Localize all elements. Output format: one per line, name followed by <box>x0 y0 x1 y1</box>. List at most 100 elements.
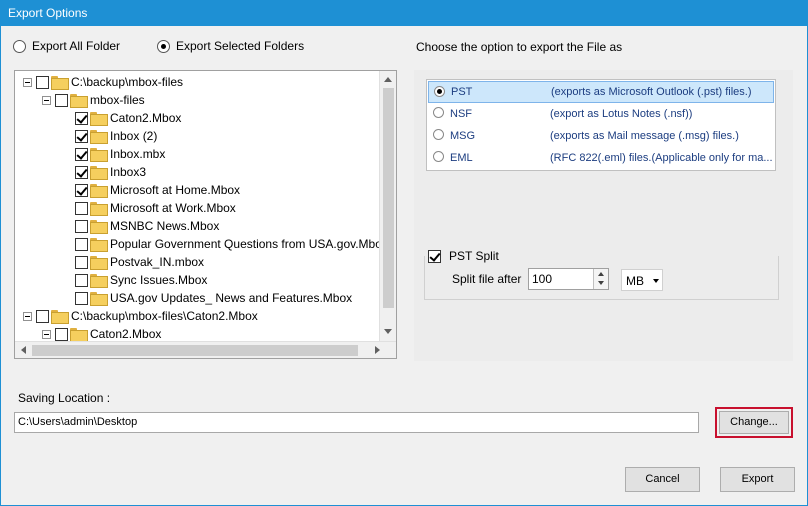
saving-location-label: Saving Location : <box>18 391 111 405</box>
tree-checkbox[interactable] <box>75 291 88 305</box>
format-option-name: PST <box>451 86 473 98</box>
cancel-button[interactable]: Cancel <box>625 467 700 492</box>
tree-node-label: C:\backup\mbox-files\Caton2.Mbox <box>71 309 258 323</box>
split-checkbox-box <box>428 249 441 263</box>
format-heading: Choose the option to export the File as <box>416 40 623 54</box>
scroll-right-icon[interactable] <box>375 346 380 354</box>
folder-icon <box>51 76 69 90</box>
tree-node[interactable]: mbox-files <box>42 91 145 109</box>
stepper-buttons[interactable] <box>593 269 608 289</box>
stepper-up-icon[interactable] <box>598 272 604 276</box>
split-unit-select[interactable]: MB <box>621 269 663 291</box>
chevron-down-icon <box>653 279 659 283</box>
tree-node[interactable]: Popular Government Questions from USA.go… <box>75 235 388 253</box>
folder-icon <box>90 256 108 270</box>
saving-path-input[interactable]: C:\Users\admin\Desktop <box>14 412 699 433</box>
tree-checkbox[interactable] <box>75 237 88 251</box>
radio-indicator <box>13 39 26 53</box>
folder-icon <box>90 292 108 306</box>
tree-node[interactable]: C:\backup\mbox-files <box>23 73 183 91</box>
split-unit-value: MB <box>626 274 644 288</box>
tree-checkbox[interactable] <box>55 93 68 107</box>
tree-checkbox[interactable] <box>75 219 88 233</box>
format-option-desc: (export as Lotus Notes (.nsf)) <box>550 108 693 120</box>
tree-node[interactable]: Postvak_IN.mbox <box>75 253 204 271</box>
folder-tree[interactable]: C:\backup\mbox-files mbox-files Caton2.M… <box>14 70 397 359</box>
tree-node[interactable]: MSNBC News.Mbox <box>75 217 219 235</box>
tree-node-label: Inbox (2) <box>110 129 158 143</box>
folder-icon <box>90 112 108 126</box>
scroll-left-icon[interactable] <box>21 346 26 354</box>
format-option-desc: (RFC 822(.eml) files.(Applicable only fo… <box>550 152 773 164</box>
folder-icon <box>90 166 108 180</box>
collapse-icon[interactable] <box>42 329 51 339</box>
tree-checkbox[interactable] <box>55 327 68 341</box>
tree-checkbox[interactable] <box>75 129 88 143</box>
format-option-eml[interactable]: EML (RFC 822(.eml) files.(Applicable onl… <box>428 147 774 169</box>
tree-node-label: Caton2.Mbox <box>110 111 182 125</box>
tree-node-label: Microsoft at Work.Mbox <box>110 201 236 215</box>
tree-vertical-scrollbar[interactable] <box>379 71 396 342</box>
export-selected-radio[interactable]: Export Selected Folders <box>157 39 304 53</box>
tree-node[interactable]: Inbox3 <box>75 163 146 181</box>
tree-node[interactable]: Caton2.Mbox <box>75 109 181 127</box>
tree-checkbox[interactable] <box>75 111 88 125</box>
format-option-nsf[interactable]: NSF (export as Lotus Notes (.nsf)) <box>428 103 774 125</box>
tree-checkbox[interactable] <box>36 309 49 323</box>
collapse-icon[interactable] <box>42 95 51 105</box>
tree-node[interactable]: USA.gov Updates_ News and Features.Mbox <box>75 289 352 307</box>
split-size-stepper[interactable]: 100 <box>528 268 609 290</box>
change-button[interactable]: Change... <box>719 411 789 434</box>
tree-node[interactable]: Sync Issues.Mbox <box>75 271 207 289</box>
pst-split-checkbox[interactable]: PST Split <box>428 249 503 263</box>
tree-checkbox[interactable] <box>75 255 88 269</box>
collapse-icon[interactable] <box>23 311 32 321</box>
tree-node-label: Inbox.mbx <box>110 147 166 161</box>
scroll-down-icon[interactable] <box>384 329 392 334</box>
tree-node[interactable]: Microsoft at Work.Mbox <box>75 199 236 217</box>
split-size-value: 100 <box>532 272 553 286</box>
tree-node-label: mbox-files <box>90 93 145 107</box>
tree-node-label: Popular Government Questions from USA.go… <box>110 237 388 251</box>
tree-node-label: Sync Issues.Mbox <box>110 273 208 287</box>
tree-node[interactable]: Microsoft at Home.Mbox <box>75 181 240 199</box>
tree-checkbox[interactable] <box>36 75 49 89</box>
tree-node-label: Microsoft at Home.Mbox <box>110 183 241 197</box>
tree-checkbox[interactable] <box>75 165 88 179</box>
tree-node[interactable]: C:\backup\mbox-files\Caton2.Mbox <box>23 307 258 325</box>
tree-checkbox[interactable] <box>75 201 88 215</box>
folder-icon <box>90 148 108 162</box>
folder-open-icon <box>70 328 88 342</box>
folder-icon <box>90 220 108 234</box>
tree-checkbox[interactable] <box>75 147 88 161</box>
tree-checkbox[interactable] <box>75 273 88 287</box>
tree-node[interactable]: Inbox.mbx <box>75 145 165 163</box>
format-options-list[interactable]: PST (exports as Microsoft Outlook (.pst)… <box>426 79 776 171</box>
folder-icon <box>51 310 69 324</box>
folder-open-icon <box>70 94 88 108</box>
horizontal-scroll-thumb[interactable] <box>32 345 358 356</box>
format-option-name: MSG <box>450 130 476 142</box>
window-title: Export Options <box>0 0 808 26</box>
tree-node-label: MSNBC News.Mbox <box>110 219 220 233</box>
tree-node-label: Caton2.Mbox <box>90 327 162 341</box>
format-option-pst[interactable]: PST (exports as Microsoft Outlook (.pst)… <box>428 81 774 103</box>
radio-indicator <box>433 107 444 118</box>
export-all-label: Export All Folder <box>32 39 121 53</box>
vertical-scroll-thumb[interactable] <box>383 88 394 308</box>
stepper-down-icon[interactable] <box>598 281 604 285</box>
format-option-name: EML <box>450 152 473 164</box>
format-option-msg[interactable]: MSG (exports as Mail message (.msg) file… <box>428 125 774 147</box>
export-button[interactable]: Export <box>720 467 795 492</box>
folder-icon <box>90 130 108 144</box>
tree-horizontal-scrollbar[interactable] <box>15 341 396 358</box>
format-option-desc: (exports as Microsoft Outlook (.pst) fil… <box>551 86 752 98</box>
collapse-icon[interactable] <box>23 77 32 87</box>
export-all-radio[interactable]: Export All Folder <box>13 39 120 53</box>
tree-checkbox[interactable] <box>75 183 88 197</box>
split-after-label: Split file after <box>452 272 522 286</box>
radio-indicator <box>157 39 170 53</box>
tree-node[interactable]: Inbox (2) <box>75 127 157 145</box>
scroll-up-icon[interactable] <box>384 77 392 82</box>
folder-icon <box>90 202 108 216</box>
